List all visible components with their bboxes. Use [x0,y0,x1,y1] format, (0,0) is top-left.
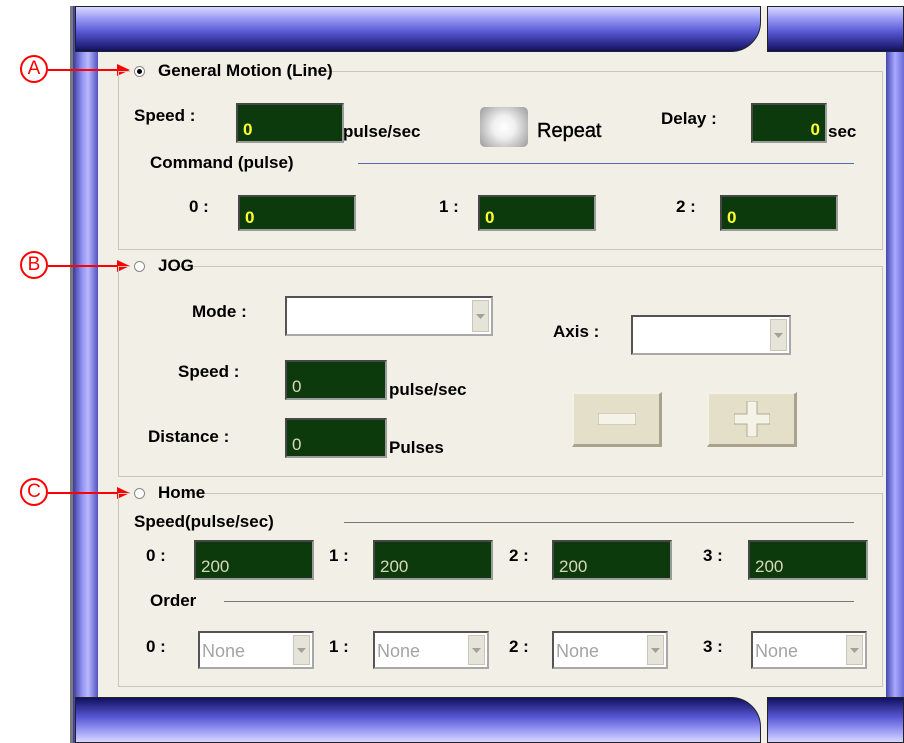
command-2-label: 2 : [676,197,696,216]
command-0-input[interactable]: 0 [238,195,356,231]
jog-legend: JOG [130,256,194,276]
command-1-input[interactable]: 0 [478,195,596,231]
home-speed-divider [344,522,854,523]
repeat-toggle-button[interactable] [480,107,528,147]
command-label: Command (pulse) [150,153,294,172]
chevron-down-icon [770,319,787,351]
chevron-down-icon [647,635,664,665]
jog-mode-select[interactable] [285,296,493,336]
jog-minus-button[interactable] [572,392,662,447]
general-motion-radio[interactable] [134,66,145,77]
general-motion-legend: General Motion (Line) [130,61,333,81]
callout-c-line [48,492,118,494]
general-motion-title: General Motion (Line) [158,61,333,80]
home-speed-2-label: 2 : [509,546,529,565]
home-order-1-select[interactable]: None [373,631,489,669]
chevron-down-icon [293,635,310,665]
repeat-label: Repeat [537,120,602,142]
minus-icon [597,413,636,425]
home-order-1-label: 1 : [329,637,349,656]
gm-speed-input[interactable]: 0 [236,103,344,143]
right-rail [886,6,904,743]
callout-a: A [20,55,48,83]
jog-title: JOG [158,256,194,275]
home-order-2-select[interactable]: None [552,631,668,669]
jog-distance-unit: Pulses [389,438,444,457]
jog-axis-label: Axis : [553,322,600,341]
home-speed-1-label: 1 : [329,546,349,565]
home-radio[interactable] [134,488,145,499]
jog-distance-label: Distance : [148,427,230,446]
bottom-bar-right [767,697,904,743]
home-speed-3-label: 3 : [703,546,723,565]
left-rail [73,6,98,743]
gm-delay-label: Delay : [661,109,717,128]
command-2-input[interactable]: 0 [720,195,838,231]
callout-b-line [48,265,118,267]
home-speed-3-input[interactable]: 200 [748,540,868,580]
gm-speed-unit: pulse/sec [343,122,421,141]
gm-delay-unit: sec [828,122,857,141]
home-order-2-label: 2 : [509,637,529,656]
jog-radio[interactable] [134,261,145,272]
command-1-label: 1 : [439,197,459,216]
chevron-down-icon [846,635,863,665]
command-0-label: 0 : [189,197,209,216]
home-order-label: Order [150,591,197,610]
home-order-0-label: 0 : [146,637,166,656]
home-speed-0-label: 0 : [146,546,166,565]
home-order-0-select[interactable]: None [198,631,314,669]
home-order-3-select[interactable]: None [751,631,867,669]
home-speed-label: Speed(pulse/sec) [134,512,274,531]
jog-speed-label: Speed : [178,362,240,381]
top-bar-left [75,6,761,52]
jog-distance-input[interactable]: 0 [285,418,387,458]
gm-speed-label: Speed : [134,106,196,125]
chevron-down-icon [472,300,489,332]
home-speed-0-input[interactable]: 200 [194,540,314,580]
home-speed-1-input[interactable]: 200 [373,540,493,580]
callout-c: C [20,478,48,506]
jog-plus-button[interactable] [707,392,797,447]
callout-b: B [20,251,48,279]
bottom-bar-left [75,697,761,743]
jog-mode-label: Mode : [192,302,247,321]
jog-speed-input[interactable]: 0 [285,360,387,400]
home-order-divider [224,601,854,602]
jog-axis-select[interactable] [631,315,791,355]
home-title: Home [158,483,206,502]
top-bar-right [767,6,904,52]
plus-icon [733,401,770,437]
home-speed-2-input[interactable]: 200 [552,540,672,580]
callout-a-line [48,69,118,71]
home-legend: Home [130,483,205,503]
command-divider [358,163,854,164]
chevron-down-icon [468,635,485,665]
home-order-3-label: 3 : [703,637,723,656]
gm-delay-input[interactable]: 0 [751,103,827,143]
jog-speed-unit: pulse/sec [389,380,467,399]
